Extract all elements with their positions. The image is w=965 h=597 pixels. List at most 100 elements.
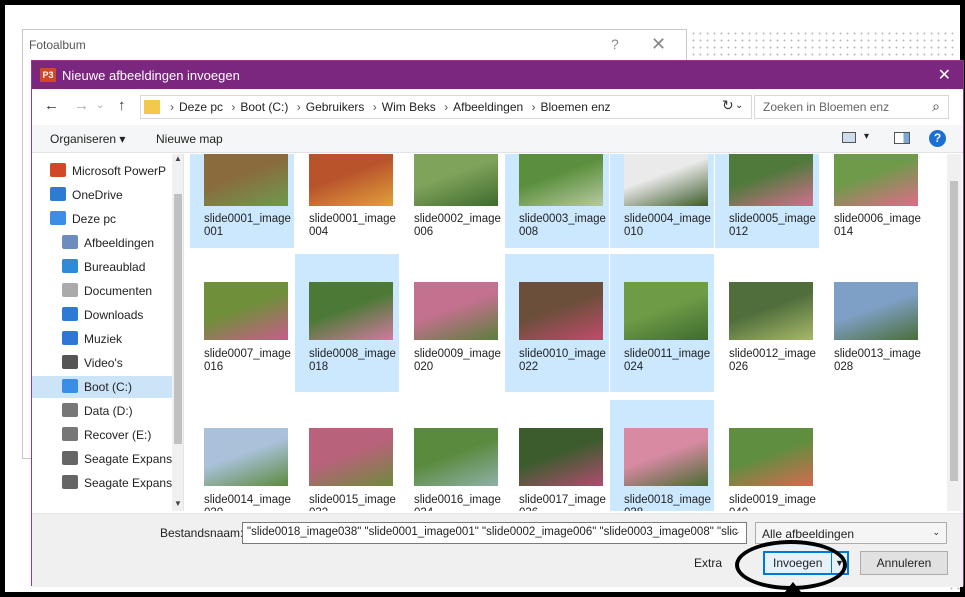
breadcrumb-item[interactable]: Deze pc <box>179 100 223 114</box>
chevron-down-icon[interactable]: ⌄ <box>733 526 741 537</box>
chevron-down-icon: ⌄ <box>932 527 940 537</box>
fotoalbum-close-button[interactable]: ✕ <box>651 34 666 55</box>
pictures-icon <box>62 235 78 249</box>
file-tile[interactable]: slide0018_image038 <box>610 400 714 511</box>
nav-item[interactable]: Afbeeldingen <box>32 232 172 254</box>
callout-arrow-icon <box>781 582 805 597</box>
nav-item-label: Deze pc <box>72 212 117 226</box>
back-arrow-icon[interactable]: ← <box>44 97 59 114</box>
breadcrumb-item[interactable]: Afbeeldingen <box>453 100 523 114</box>
file-name: slide0009_image020 <box>414 348 501 373</box>
image-thumbnail <box>204 428 288 486</box>
file-name: slide0019_image040 <box>729 494 816 511</box>
onedrive-icon <box>50 187 66 201</box>
external-drive-icon <box>62 451 78 465</box>
forward-arrow-icon[interactable]: → <box>74 97 89 114</box>
file-tile[interactable]: slide0012_image026 <box>715 254 819 392</box>
fotoalbum-help-button[interactable]: ? <box>611 36 619 52</box>
file-list: slide0001_image001 slide0001_image004 slid… <box>190 154 950 511</box>
file-tile[interactable]: slide0017_image036 <box>505 400 609 511</box>
preview-pane-icon[interactable] <box>894 132 910 144</box>
breadcrumb: › Deze pc › Boot (C:) › Gebruikers › Wim Bek… <box>165 100 611 114</box>
nav-item[interactable]: Recover (E:) <box>32 424 172 446</box>
image-thumbnail <box>624 428 708 486</box>
image-thumbnail <box>729 428 813 486</box>
view-dropdown-icon[interactable]: ▾ <box>864 131 869 142</box>
recent-locations-dropdown-icon[interactable]: ⌄ <box>96 100 104 111</box>
file-tile[interactable]: slide0004_image010 <box>610 154 714 248</box>
file-tile[interactable]: slide0001_image001 <box>190 154 294 248</box>
external-drive-icon <box>62 475 78 489</box>
file-tile[interactable]: slide0013_image028 <box>820 254 924 392</box>
nav-item[interactable]: Deze pc <box>32 208 172 230</box>
nav-item[interactable]: Seagate Expansic <box>32 448 172 470</box>
nav-item[interactable]: Data (D:) <box>32 400 172 422</box>
nav-item[interactable]: Muziek <box>32 328 172 350</box>
file-tile[interactable]: slide0008_image018 <box>295 254 399 392</box>
file-name: slide0018_image038 <box>624 494 711 511</box>
up-arrow-icon[interactable]: ↑ <box>118 97 126 114</box>
file-name: slide0005_image012 <box>729 213 816 238</box>
address-bar[interactable]: › Deze pc › Boot (C:) › Gebruikers › Wim Bek… <box>140 95 752 119</box>
nav-item[interactable]: Bureaublad <box>32 256 172 278</box>
file-tile[interactable]: slide0019_image040 <box>715 400 819 511</box>
nav-item[interactable]: Boot (C:) <box>32 376 172 398</box>
file-tile[interactable]: slide0005_image012 <box>715 154 819 248</box>
new-folder-button[interactable]: Nieuwe map <box>156 132 223 146</box>
help-icon[interactable]: ? <box>929 130 946 147</box>
breadcrumb-separator-icon: › <box>531 100 536 114</box>
videos-icon <box>62 355 78 369</box>
image-thumbnail <box>729 154 813 206</box>
scroll-down-icon[interactable]: ▼ <box>174 499 182 508</box>
file-name: slide0011_image024 <box>624 348 711 373</box>
extra-menu[interactable]: Extra <box>694 556 722 570</box>
file-tile[interactable]: slide0002_image006 <box>400 154 504 248</box>
file-name: slide0014_image030 <box>204 494 291 511</box>
nav-item-label: Data (D:) <box>84 404 133 418</box>
view-icon[interactable] <box>842 132 856 143</box>
file-tile[interactable]: slide0003_image008 <box>505 154 609 248</box>
file-tile[interactable]: slide0009_image020 <box>400 254 504 392</box>
file-tile[interactable]: slide0014_image030 <box>190 400 294 511</box>
file-tile[interactable]: slide0001_image004 <box>295 154 399 248</box>
file-tile[interactable]: slide0006_image014 <box>820 154 924 248</box>
nav-item[interactable]: Documenten <box>32 280 172 302</box>
close-icon[interactable]: ✕ <box>938 65 951 85</box>
file-tile[interactable]: slide0010_image022 <box>505 254 609 392</box>
file-tile[interactable]: slide0011_image024 <box>610 254 714 392</box>
dotted-background <box>690 30 955 60</box>
nav-item[interactable]: OneDrive <box>32 184 172 206</box>
cancel-button[interactable]: Annuleren <box>860 551 948 575</box>
nav-item[interactable]: Video's <box>32 352 172 374</box>
file-type-value: Alle afbeeldingen <box>762 527 855 541</box>
filename-input[interactable]: "slide0018_image038" "slide0001_image001… <box>242 522 747 544</box>
nav-item[interactable]: Seagate Expansior <box>32 472 172 494</box>
image-thumbnail <box>519 154 603 206</box>
drive-icon <box>62 427 78 441</box>
file-name: slide0015_image032 <box>309 494 396 511</box>
filename-label: Bestandsnaam: <box>160 526 244 540</box>
breadcrumb-item[interactable]: Gebruikers <box>306 100 365 114</box>
search-input[interactable]: Zoeken in Bloemen enz ⌕ <box>754 95 949 119</box>
nav-scroll-thumb[interactable] <box>174 194 182 444</box>
nav-item-label: Afbeeldingen <box>84 236 155 250</box>
file-tile[interactable]: slide0007_image016 <box>190 254 294 392</box>
scroll-up-icon[interactable]: ▲ <box>174 154 182 163</box>
breadcrumb-item[interactable]: Boot (C:) <box>240 100 288 114</box>
breadcrumb-separator-icon: › <box>372 100 377 114</box>
organize-button[interactable]: Organiseren ▾ <box>50 132 125 146</box>
computer-icon <box>50 211 66 225</box>
nav-item-label: Video's <box>84 356 123 370</box>
breadcrumb-separator-icon: › <box>296 100 301 114</box>
file-tile[interactable]: slide0015_image032 <box>295 400 399 511</box>
chevron-down-icon[interactable]: ⌄ <box>735 100 743 111</box>
address-row: ← → ⌄ ↑ › Deze pc › Boot (C:) › Gebruikers … <box>32 89 963 125</box>
file-tile[interactable]: slide0016_image034 <box>400 400 504 511</box>
navigation-pane: ▲ ▼ Microsoft PowerP OneDrive Deze pc Afbee… <box>32 154 184 511</box>
refresh-icon[interactable]: ↻ <box>722 97 734 114</box>
nav-item[interactable]: Downloads <box>32 304 172 326</box>
breadcrumb-item[interactable]: Wim Beks <box>382 100 436 114</box>
content-scroll-thumb[interactable] <box>950 181 958 481</box>
breadcrumb-item[interactable]: Bloemen enz <box>541 100 611 114</box>
nav-item[interactable]: Microsoft PowerP <box>32 160 172 182</box>
